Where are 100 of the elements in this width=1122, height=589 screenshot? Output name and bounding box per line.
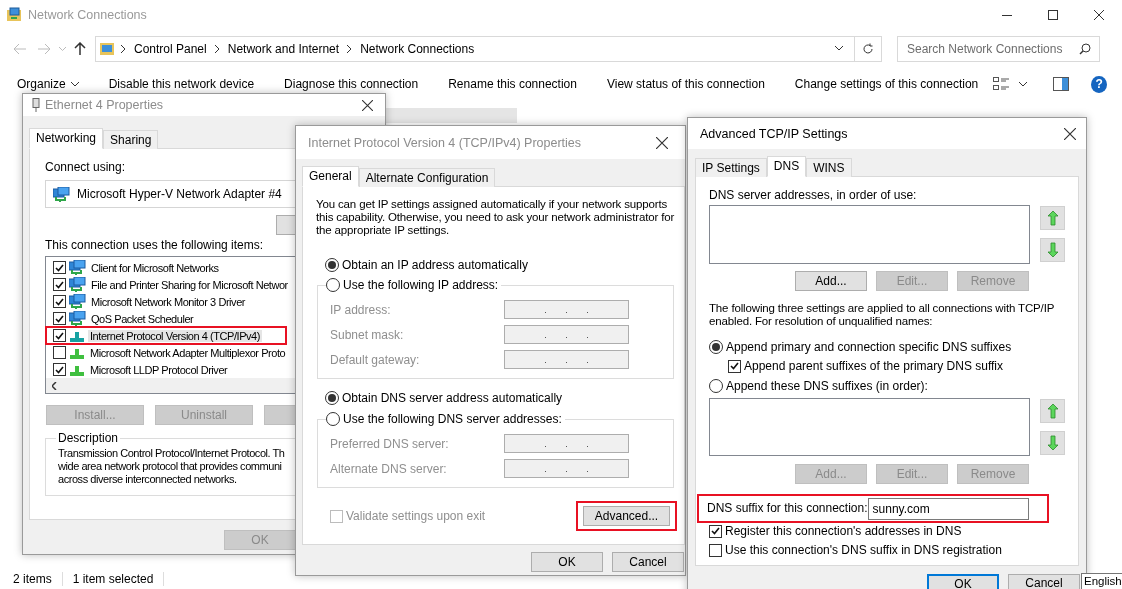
- tab[interactable]: DNS: [766, 156, 807, 177]
- toolbar-button[interactable]: View status of this connection: [591, 77, 780, 91]
- toolbar-button[interactable]: Rename this connection: [433, 77, 592, 91]
- dialog-title: Ethernet 4 Properties: [45, 98, 164, 112]
- list-item[interactable]: Client for Microsoft Networks: [46, 259, 286, 276]
- minimize-icon: [1002, 14, 1012, 16]
- dialog-button[interactable]: Cancel: [612, 552, 684, 572]
- move-up-button[interactable]: [1040, 399, 1065, 423]
- field-label: Alternate DNS server:: [330, 461, 448, 476]
- radio-label: Use the following DNS server addresses:: [343, 412, 562, 426]
- dns-server-list[interactable]: [709, 205, 1030, 264]
- item-label: Internet Protocol Version 4 (TCP/IPv4): [88, 329, 262, 342]
- checkbox[interactable]: [53, 329, 66, 342]
- field-label: Default gateway:: [330, 352, 421, 367]
- list-item[interactable]: File and Printer Sharing for Microsoft Networ: [46, 276, 286, 293]
- chevron-icon: [121, 44, 126, 53]
- tab[interactable]: Sharing: [103, 130, 159, 149]
- preview-pane-button[interactable]: [1053, 77, 1070, 91]
- dialog-title: Advanced TCP/IP Settings: [700, 126, 848, 141]
- move-down-icon: [1046, 242, 1059, 258]
- search-field[interactable]: Search Network Connections: [897, 35, 1100, 62]
- advanced-button[interactable]: Advanced...: [583, 506, 670, 526]
- caret-icon: [1019, 81, 1028, 87]
- adapter-name: Microsoft Hyper-V Network Adapter #4: [77, 187, 282, 201]
- list-item[interactable]: Internet Protocol Version 4 (TCP/IPv4): [46, 327, 286, 344]
- ip-address-field[interactable]: [504, 350, 629, 369]
- radio-button[interactable]: [709, 340, 723, 354]
- move-up-icon: [1046, 210, 1059, 226]
- ip-address-field[interactable]: [504, 434, 629, 453]
- checkbox[interactable]: [53, 278, 66, 291]
- breadcrumb-item[interactable]: Control Panel: [132, 41, 209, 56]
- dialog-button[interactable]: Add...: [795, 271, 867, 291]
- address-bar[interactable]: Control Panel Network and Internet Network Connections: [95, 35, 882, 62]
- move-down-button[interactable]: [1040, 431, 1065, 455]
- details-view-icon: [993, 77, 1010, 91]
- radio-button[interactable]: [326, 412, 340, 426]
- network-adapter-icon: [53, 186, 70, 202]
- toolbar-button[interactable]: Organize: [2, 77, 94, 91]
- list-item[interactable]: Microsoft Network Adapter Multiplexor Proto: [46, 344, 286, 361]
- help-button[interactable]: ?: [1091, 75, 1107, 93]
- tab[interactable]: WINS: [806, 158, 852, 177]
- status-text: 2 items: [13, 572, 63, 586]
- checkbox[interactable]: [53, 346, 66, 359]
- up-arrow-icon: [74, 41, 86, 56]
- breadcrumb-item[interactable]: Network Connections: [358, 41, 477, 56]
- tab[interactable]: General: [302, 166, 359, 187]
- item-label: Microsoft Network Monitor 3 Driver: [90, 295, 247, 308]
- dns-suffix-field[interactable]: sunny.com: [867, 497, 1029, 520]
- move-up-icon: [1046, 403, 1059, 419]
- toolbar-button[interactable]: Diagnose this connection: [269, 77, 434, 91]
- radio-button[interactable]: [709, 379, 723, 393]
- close-icon: [1064, 127, 1076, 140]
- checkbox[interactable]: [53, 363, 66, 376]
- checkbox[interactable]: [53, 261, 66, 274]
- radio-button[interactable]: [325, 391, 339, 405]
- ip-address-field[interactable]: [504, 459, 629, 478]
- toolbar-button[interactable]: Disable this network device: [93, 77, 270, 91]
- tab[interactable]: IP Settings: [695, 158, 767, 177]
- connect-using-label: Connect using:: [45, 160, 127, 175]
- dns-suffix-label: DNS suffix for this connection:: [707, 501, 868, 516]
- dns-servers-label: DNS server addresses, in order of use:: [709, 188, 918, 203]
- dns-suffix-list[interactable]: [709, 398, 1030, 456]
- move-down-button[interactable]: [1040, 238, 1065, 262]
- checkbox[interactable]: [709, 524, 722, 538]
- refresh-icon: [862, 42, 874, 55]
- move-up-button[interactable]: [1040, 206, 1065, 230]
- list-item[interactable]: Microsoft Network Monitor 3 Driver: [46, 293, 286, 310]
- tab[interactable]: Networking: [29, 128, 104, 149]
- network-adapter-icon: [69, 260, 86, 275]
- checkbox[interactable]: [53, 295, 66, 308]
- dialog-button[interactable]: Cancel: [1008, 574, 1080, 589]
- checkbox[interactable]: [53, 312, 66, 325]
- ip-address-field[interactable]: [504, 325, 629, 344]
- item-label: QoS Packet Scheduler: [90, 312, 195, 325]
- radio-button[interactable]: [325, 258, 339, 272]
- field-label: Preferred DNS server:: [330, 436, 450, 451]
- network-adapter-icon: [69, 311, 86, 326]
- checkbox[interactable]: [728, 359, 741, 373]
- list-item[interactable]: QoS Packet Scheduler: [46, 310, 286, 327]
- close-icon: [1094, 10, 1104, 20]
- close-icon: [656, 136, 668, 149]
- dialog-button[interactable]: OK: [927, 574, 999, 589]
- change-view-button[interactable]: [993, 77, 1010, 91]
- radio-label: Append these DNS suffixes (in order):: [726, 379, 928, 393]
- list-item[interactable]: Microsoft LLDP Protocol Driver: [46, 361, 286, 378]
- dialog-button[interactable]: OK: [531, 552, 603, 572]
- maximize-icon: [1048, 10, 1058, 20]
- breadcrumb-item[interactable]: Network and Internet: [225, 41, 342, 56]
- checkbox[interactable]: [709, 543, 722, 557]
- radio-label: Use the following IP address:: [343, 278, 499, 292]
- tab[interactable]: Alternate Configuration: [358, 168, 496, 187]
- ip-address-field[interactable]: [504, 300, 629, 319]
- view-options-button[interactable]: [1019, 81, 1028, 87]
- network-adapter-icon: [69, 277, 86, 292]
- horizontal-scrollbar[interactable]: [46, 378, 296, 393]
- intro-text: You can get IP settings assigned automatically if your network supports this capability. Otherwise, you need to ask your network administrator for the appropriate IP settings.: [316, 198, 676, 237]
- toolbar-button[interactable]: Change settings of this connection: [779, 77, 994, 91]
- field-label: IP address:: [330, 302, 392, 317]
- forward-arrow-icon: [37, 42, 51, 55]
- radio-button[interactable]: [326, 278, 340, 292]
